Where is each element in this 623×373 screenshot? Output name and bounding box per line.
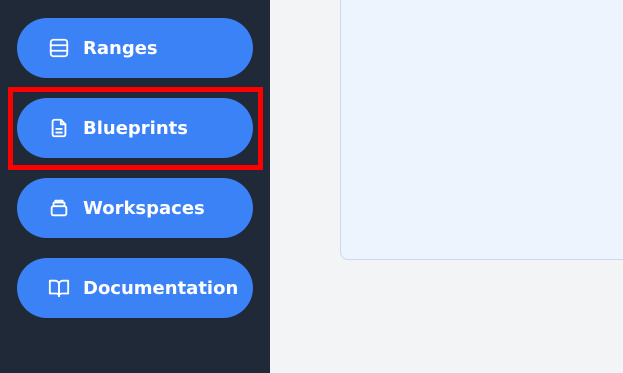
sidebar-item-workspaces[interactable]: Workspaces: [17, 178, 253, 238]
sidebar: Ranges Blueprints Workspaces Documentati…: [0, 0, 270, 373]
sidebar-item-documentation[interactable]: Documentation: [17, 258, 253, 318]
sidebar-item-label: Blueprints: [83, 117, 188, 139]
sidebar-item-label: Workspaces: [83, 197, 205, 219]
book-open-icon: [47, 276, 71, 300]
sidebar-item-blueprints[interactable]: Blueprints: [17, 98, 253, 158]
database-icon: [47, 36, 71, 60]
archive-icon: [47, 196, 71, 220]
sidebar-item-label: Documentation: [83, 277, 239, 299]
file-text-icon: [47, 116, 71, 140]
content-panel: [340, 0, 623, 260]
sidebar-item-ranges[interactable]: Ranges: [17, 18, 253, 78]
app-root: Ranges Blueprints Workspaces Documentati…: [0, 0, 623, 373]
sidebar-item-label: Ranges: [83, 37, 158, 59]
